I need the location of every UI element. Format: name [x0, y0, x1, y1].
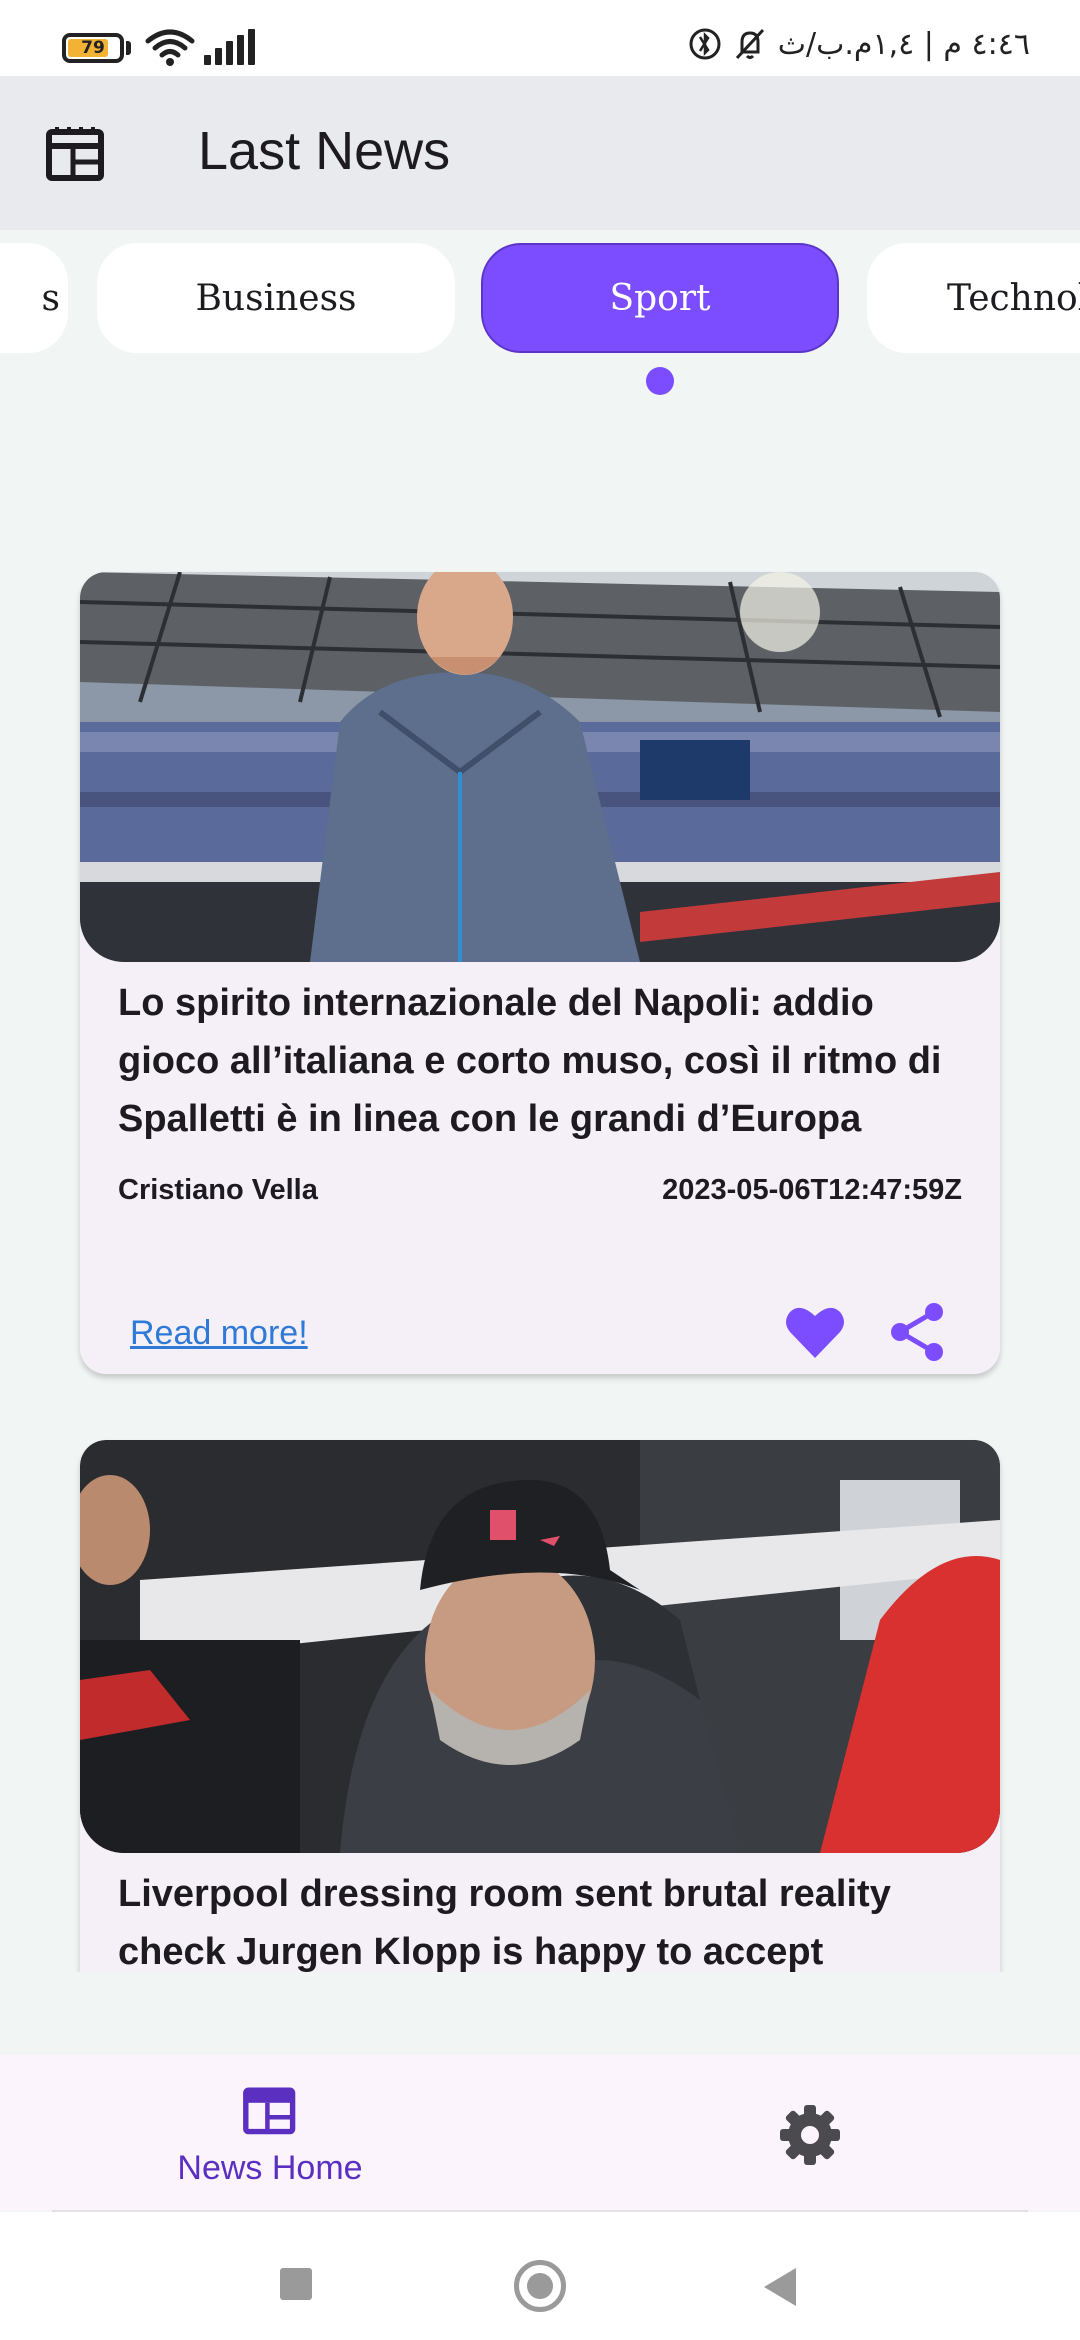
category-chip-partial[interactable]: s: [0, 243, 68, 353]
share-icon[interactable]: [890, 1302, 946, 1362]
bottom-nav: News Home: [0, 2055, 1080, 2211]
article-title: Lo spirito internazionale del Napoli: ad…: [118, 982, 942, 1140]
newspaper-icon[interactable]: [45, 124, 109, 184]
category-chip-business[interactable]: Business: [97, 243, 455, 353]
mute-bell-icon: [735, 28, 764, 60]
article-image[interactable]: [80, 572, 1000, 962]
manager-in-cap-photo: [80, 1440, 1000, 1853]
nav-home[interactable]: News Home: [150, 2055, 390, 2211]
gear-icon[interactable]: [770, 2095, 850, 2175]
app-bar: Last News: [0, 76, 1080, 230]
category-chip-label: s: [41, 277, 60, 319]
selected-category-indicator: [646, 367, 674, 395]
nav-home-label: News Home: [177, 2149, 363, 2187]
recent-apps-icon[interactable]: [280, 2268, 312, 2300]
back-icon[interactable]: [762, 2266, 800, 2308]
newspaper-icon: [243, 2087, 296, 2135]
status-bar: 79 ٤:٤٦ م | ١,٤م.ب/ث: [0, 0, 1080, 76]
news-card[interactable]: Liverpool dressing room sent brutal real…: [80, 1440, 1000, 1972]
battery-tip: [126, 41, 131, 55]
battery-icon: 79: [62, 33, 124, 63]
category-chip-label: Business: [195, 277, 357, 319]
article-author: Cristiano Vella: [118, 1174, 318, 1206]
screen: 79 ٤:٤٦ م | ١,٤م.ب/ث Last News s Busines…: [0, 0, 1080, 2340]
status-time: ٤:٤٦ م | ١,٤م.ب/ث: [777, 26, 1030, 62]
news-card[interactable]: Lo spirito internazionale del Napoli: ad…: [80, 572, 1000, 1374]
page-title: Last News: [198, 121, 451, 181]
bluetooth-badge-icon: [689, 28, 721, 60]
category-chip-label: Sport: [609, 277, 711, 319]
category-chip-technology[interactable]: Technol: [867, 243, 1080, 353]
signal-icon: [204, 29, 255, 65]
home-icon[interactable]: [514, 2260, 566, 2312]
status-right: ٤:٤٦ م | ١,٤م.ب/ث: [688, 26, 1030, 62]
read-more-link[interactable]: Read more!: [130, 1314, 308, 1353]
news-list-viewport: Liverpool dressing room sent brutal real…: [0, 1400, 1080, 1972]
category-chip-label: Technol: [947, 277, 1080, 319]
article-date: 2023-05-06T12:47:59Z: [662, 1174, 962, 1206]
battery-level: 79: [81, 38, 105, 58]
article-image[interactable]: [80, 1440, 1000, 1853]
article-title: Liverpool dressing room sent brutal real…: [118, 1873, 891, 1972]
category-chip-sport[interactable]: Sport: [481, 243, 839, 353]
heart-icon[interactable]: [784, 1304, 846, 1360]
system-nav-bar: [0, 2212, 1080, 2340]
football-coach-stadium-photo: [80, 572, 1000, 962]
wifi-icon: [145, 29, 195, 66]
